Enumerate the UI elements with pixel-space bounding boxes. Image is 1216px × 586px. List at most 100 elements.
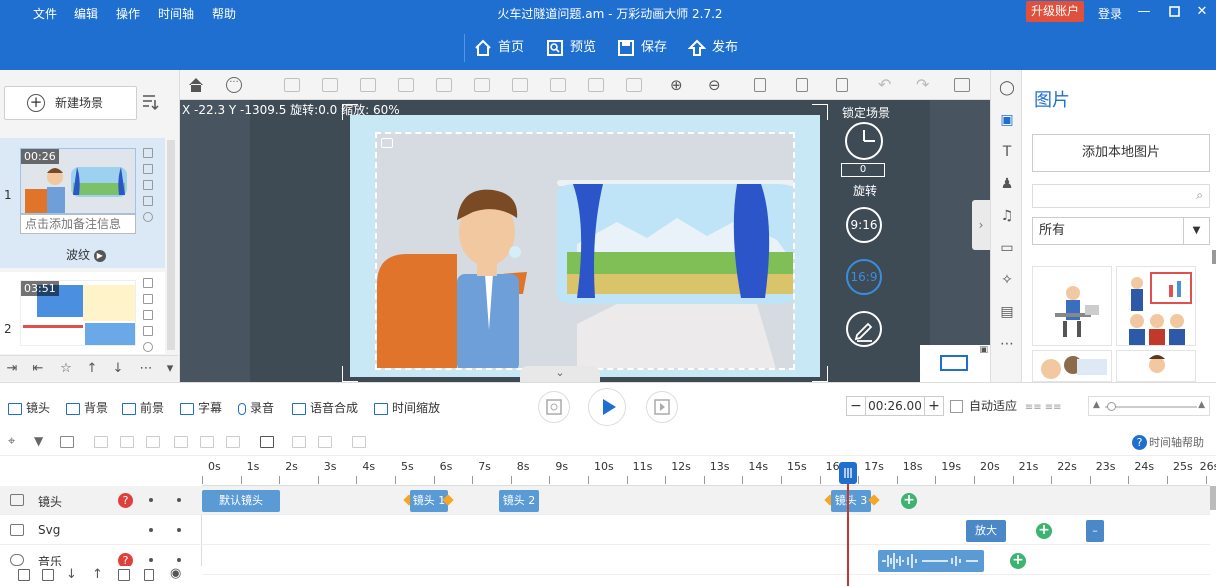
copy-scene-icon[interactable] [143,148,153,158]
paste-icon[interactable] [836,78,848,92]
character-icon[interactable]: ♟ [999,176,1015,192]
camera-track[interactable]: 默认镜头 镜头 1 镜头 2 镜头 3 + [202,486,1210,515]
expand-panel-icon[interactable]: › [972,200,990,250]
settings-icon[interactable] [954,78,970,92]
more-options-icon[interactable]: ··· [226,77,242,93]
timeline-help-link[interactable]: ? 时间轴帮助 [1132,434,1204,450]
upgrade-account-button[interactable]: 升级账户 [1026,1,1084,22]
sort-icon[interactable] [140,92,160,112]
home-button[interactable]: 首页 [474,36,524,60]
fit-icon[interactable] [398,78,414,92]
search-icon[interactable]: ⌕ [1196,188,1203,203]
align-tracks-center-icon[interactable] [120,436,134,448]
scene-artwork[interactable] [375,132,795,370]
align-bottom-icon[interactable] [588,78,604,92]
time-decrease-button[interactable]: − [846,396,866,416]
delete-filter-icon[interactable] [60,436,74,448]
special-effect-icon[interactable]: ✧ [999,272,1015,288]
speech-synthesis-button[interactable]: 语音合成 [292,399,358,416]
group-tracks-icon[interactable] [260,436,274,448]
scene-thumbnail[interactable]: 03:51 [20,280,136,346]
menu-operation[interactable]: 操作 [116,5,140,22]
transition-label[interactable]: 波纹 ▶ [66,246,106,263]
more-icon[interactable]: ⋯ [138,361,154,377]
scroll-down-icon[interactable]: ▾ [162,361,178,377]
track-visibility-icon[interactable] [149,558,153,562]
compress-tracks-icon[interactable] [226,436,240,448]
edit-button[interactable] [846,311,882,347]
menu-edit[interactable]: 编辑 [74,5,98,22]
undo-icon[interactable]: ↶ [878,75,891,94]
distribute-tracks-icon[interactable] [174,436,188,448]
star-icon[interactable]: ☆ [58,361,74,377]
add-image-track-icon[interactable] [18,569,30,581]
copy-icon[interactable] [796,78,808,92]
minimize-icon[interactable]: — [1134,3,1154,21]
camera-clip[interactable]: 镜头 1 [410,490,448,512]
image-panel-scrollbar[interactable] [1212,250,1216,264]
subtitle-button[interactable]: 字幕 [180,399,222,416]
eye-icon[interactable]: ◉ [170,566,181,581]
track-label-camera[interactable]: 镜头 ? [0,486,202,515]
track-lock-icon[interactable] [177,528,181,532]
add-keyframe-icon[interactable]: + [1010,553,1026,569]
audio-clip[interactable] [878,550,984,572]
export-track-icon[interactable] [352,436,366,448]
track-lock-icon[interactable] [177,558,181,562]
duration-input[interactable]: 00:26.00 [866,396,924,416]
zoom-in-icon[interactable]: ⊕ [670,76,683,94]
align-distribute-icon[interactable] [284,78,300,92]
track-visibility-icon[interactable] [149,528,153,532]
lock-icon[interactable] [144,569,154,581]
align-tracks-right-icon[interactable] [146,436,160,448]
preview-button[interactable]: 预览 [546,36,596,60]
zoom-in-icon[interactable]: ▲ [1198,400,1205,410]
paste-scene-icon[interactable] [143,326,153,336]
fit-mode-icons[interactable]: ≡≡ ≡≡ [1025,402,1062,413]
home-view-icon[interactable] [188,77,204,93]
ratio-9-16-button[interactable]: 9:16 [846,207,882,243]
camera-clip[interactable]: 镜头 3 [831,490,871,512]
camera-track-button[interactable]: 镜头 [8,399,50,416]
svg-clip[interactable]: 放大 [966,520,1006,542]
close-icon[interactable]: ✕ [1192,3,1212,21]
publish-button[interactable]: 发布 [688,36,738,60]
minimap[interactable]: ▣ [920,345,990,382]
copy-scene-icon[interactable] [143,278,153,288]
flip-icon[interactable] [360,78,376,92]
auto-fit-checkbox[interactable]: 自动适应 ≡≡ ≡≡ [950,397,1062,414]
login-link[interactable]: 登录 [1098,5,1122,22]
maximize-icon[interactable] [1164,3,1184,21]
align-top-icon[interactable] [550,78,566,92]
play-transition-icon[interactable]: ▶ [93,249,106,262]
delete-scene-icon[interactable] [143,164,153,174]
favorite-scene-icon[interactable] [143,342,153,352]
move-up-icon[interactable]: ↑ [92,567,103,582]
add-keyframe-icon[interactable]: + [1036,523,1052,539]
move-up-icon[interactable] [143,180,153,190]
rotation-value-field[interactable]: 0 [841,163,885,177]
delete-icon[interactable] [118,569,130,581]
align-left-icon[interactable] [436,78,452,92]
scene-note-input[interactable]: 点击添加备注信息 [20,214,136,234]
menu-file[interactable]: 文件 [33,5,57,22]
scene-list-scrollbar[interactable] [167,140,175,350]
playhead-handle[interactable] [839,462,857,484]
add-keyframe-icon[interactable]: + [901,493,917,509]
move-up-icon[interactable] [143,310,153,320]
redo-icon[interactable]: ↷ [916,75,929,94]
align-tracks-left-icon[interactable] [94,436,108,448]
new-scene-button[interactable]: + 新建场景 [4,86,137,120]
rotation-dial[interactable] [845,122,883,160]
scene-thumbnail[interactable]: 00:26 [20,148,136,214]
svg-clip-end[interactable]: – [1086,520,1104,542]
time-increase-button[interactable]: + [924,396,944,416]
help-icon[interactable]: ? [118,493,133,508]
scene-item-1[interactable]: 1 00:26 点击添加备注信息 波纹 ▶ [0,138,165,268]
zoom-out-icon[interactable]: ▲ [1093,400,1100,410]
align-right-icon[interactable] [474,78,490,92]
foreground-button[interactable]: 前景 [122,399,164,416]
align-middle-icon[interactable] [626,78,642,92]
more-assets-icon[interactable]: ⋯ [999,336,1015,352]
import-scene-icon[interactable]: ⇥ [4,361,20,377]
